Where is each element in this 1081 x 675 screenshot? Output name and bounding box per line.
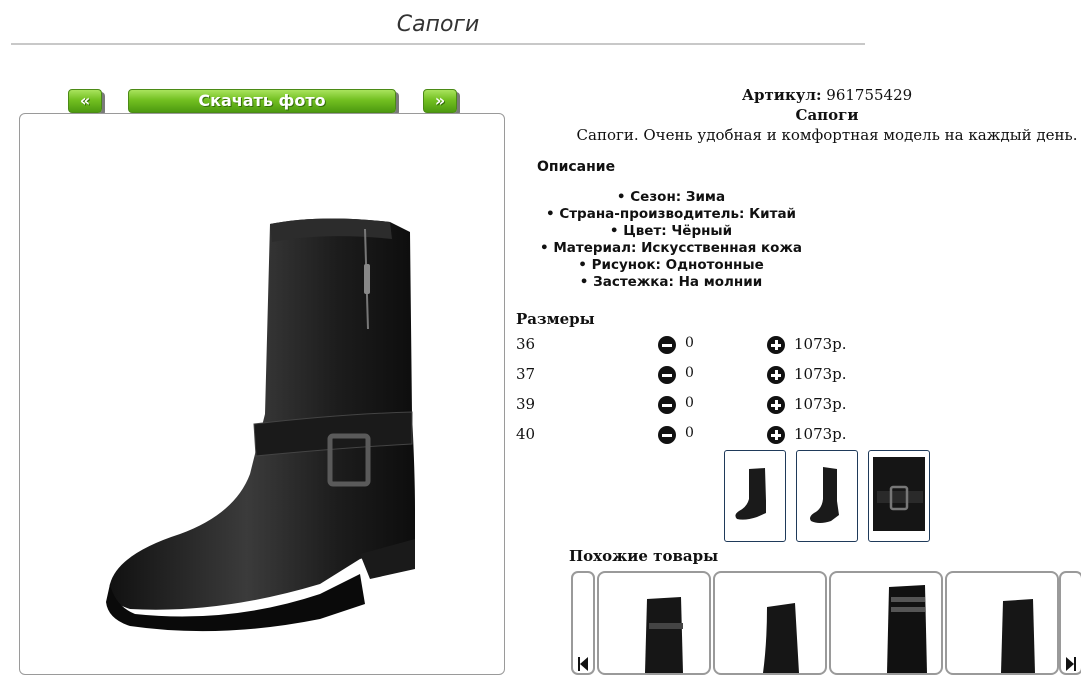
main-product-photo[interactable] (19, 113, 505, 675)
minus-circle-icon[interactable] (658, 336, 676, 354)
quantity-value: 0 (685, 365, 694, 381)
size-row: 36 0 1073р. (516, 335, 936, 355)
size-value: 37 (516, 365, 536, 383)
product-description: Сапоги. Очень удобная и комфортная модел… (576, 126, 1078, 144)
size-row: 40 0 1073р. (516, 425, 936, 445)
boot-thumbnail-image (735, 468, 766, 520)
download-photo-button[interactable]: Скачать фото (128, 89, 396, 113)
next-photo-button[interactable]: » (423, 89, 457, 113)
similar-product-card[interactable] (829, 571, 943, 675)
size-value: 39 (516, 395, 536, 413)
plus-circle-icon[interactable] (767, 396, 785, 414)
carousel-prev-button[interactable] (571, 571, 595, 675)
photo-thumbnail-3[interactable] (868, 450, 930, 542)
property-pattern: Рисунок: Однотонные (516, 257, 826, 274)
size-price: 1073р. (794, 335, 847, 353)
boot-thumbnail-image (887, 585, 927, 673)
size-price: 1073р. (794, 395, 847, 413)
property-material: Материал: Искусственная кожа (516, 240, 826, 257)
article-label: Артикул: (741, 86, 822, 104)
boot-thumbnail-image (810, 467, 839, 523)
size-row: 37 0 1073р. (516, 365, 936, 385)
previous-photo-button[interactable]: « (68, 89, 102, 113)
boot-thumbnail-image (1001, 599, 1035, 673)
boot-thumbnail-image (763, 603, 799, 673)
size-price: 1073р. (794, 365, 847, 383)
property-color: Цвет: Чёрный (516, 223, 826, 240)
minus-circle-icon[interactable] (658, 426, 676, 444)
similar-product-card[interactable] (713, 571, 827, 675)
property-list: Сезон: Зима Страна-производитель: Китай … (516, 189, 826, 291)
skip-previous-icon (578, 657, 588, 671)
photo-thumbnail-1[interactable] (724, 450, 786, 542)
plus-circle-icon[interactable] (767, 426, 785, 444)
quantity-value: 0 (685, 395, 694, 411)
similar-product-card[interactable] (597, 571, 711, 675)
property-season: Сезон: Зима (516, 189, 826, 206)
skip-next-icon (1066, 657, 1076, 671)
article-line: Артикул: 961755429 (516, 86, 1081, 104)
description-heading: Описание (537, 159, 616, 175)
similar-products-heading: Похожие товары (569, 547, 719, 565)
minus-circle-icon[interactable] (658, 396, 676, 414)
article-number: 961755429 (826, 86, 913, 104)
minus-circle-icon[interactable] (658, 366, 676, 384)
boot-thumbnail-image (645, 597, 683, 673)
product-name: Сапоги (795, 106, 859, 124)
similar-product-card[interactable] (945, 571, 1059, 675)
photo-thumbnail-2[interactable] (796, 450, 858, 542)
boot-image (106, 218, 415, 632)
size-value: 40 (516, 425, 536, 443)
quantity-value: 0 (685, 335, 694, 351)
size-row: 39 0 1073р. (516, 395, 936, 415)
quantity-value: 0 (685, 425, 694, 441)
property-country: Страна-производитель: Китай (516, 206, 826, 223)
title-divider (11, 43, 865, 45)
plus-circle-icon[interactable] (767, 336, 785, 354)
plus-circle-icon[interactable] (767, 366, 785, 384)
size-price: 1073р. (794, 425, 847, 443)
carousel-next-button[interactable] (1059, 571, 1081, 675)
size-value: 36 (516, 335, 536, 353)
buckle-closeup-image (873, 457, 925, 531)
property-fastener: Застежка: На молнии (516, 274, 826, 291)
page-title: Сапоги (396, 12, 480, 37)
sizes-heading: Размеры (516, 310, 595, 328)
